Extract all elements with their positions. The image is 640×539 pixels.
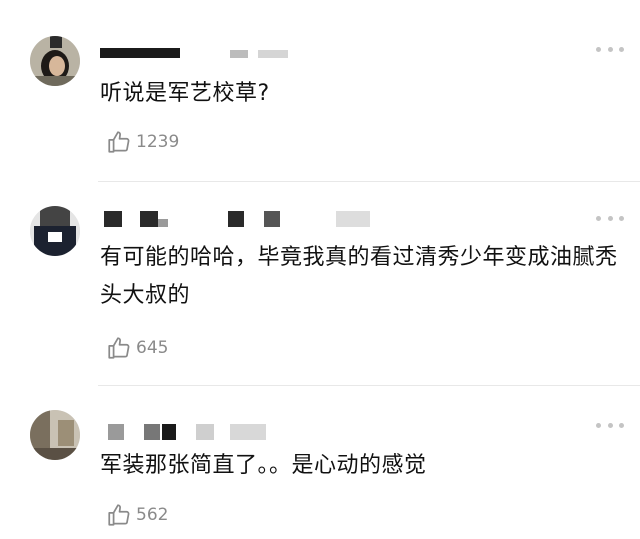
username-obscured[interactable] — [100, 422, 380, 444]
user-avatar[interactable] — [30, 36, 80, 86]
thumbs-up-icon — [108, 131, 130, 153]
username-obscured[interactable] — [100, 209, 380, 231]
comment-item-1: 听说是军艺校草? 1239 — [0, 0, 640, 182]
comment-text: 军装那张简直了。。是心动的感觉 — [100, 453, 427, 478]
like-count: 645 — [136, 338, 169, 358]
thumbs-up-icon — [108, 504, 130, 526]
user-avatar[interactable] — [30, 410, 80, 460]
like-count: 1239 — [136, 132, 180, 152]
like-count: 562 — [136, 505, 169, 525]
like-button[interactable]: 1239 — [106, 128, 179, 156]
comment-text: 听说是军艺校草? — [100, 81, 270, 106]
more-options-icon[interactable] — [596, 44, 624, 54]
comment-text: 有可能的哈哈，毕竟我真的看过清秀少年变成油腻秃头大叔的 — [100, 245, 618, 308]
like-button[interactable]: 645 — [106, 334, 168, 362]
username-obscured[interactable] — [100, 40, 380, 62]
thumbs-up-icon — [108, 337, 130, 359]
user-avatar[interactable] — [30, 206, 80, 256]
comment-feed: 听说是军艺校草? 1239 有可能的哈哈，毕竟我真的看过清秀少年变成油腻秃头大叔… — [0, 0, 640, 539]
more-options-icon[interactable] — [596, 213, 624, 223]
comment-item-2: 有可能的哈哈，毕竟我真的看过清秀少年变成油腻秃头大叔的 645 — [0, 182, 640, 386]
comment-item-3: 军装那张简直了。。是心动的感觉 562 — [0, 386, 640, 539]
like-button[interactable]: 562 — [106, 501, 168, 529]
more-options-icon[interactable] — [596, 420, 624, 430]
